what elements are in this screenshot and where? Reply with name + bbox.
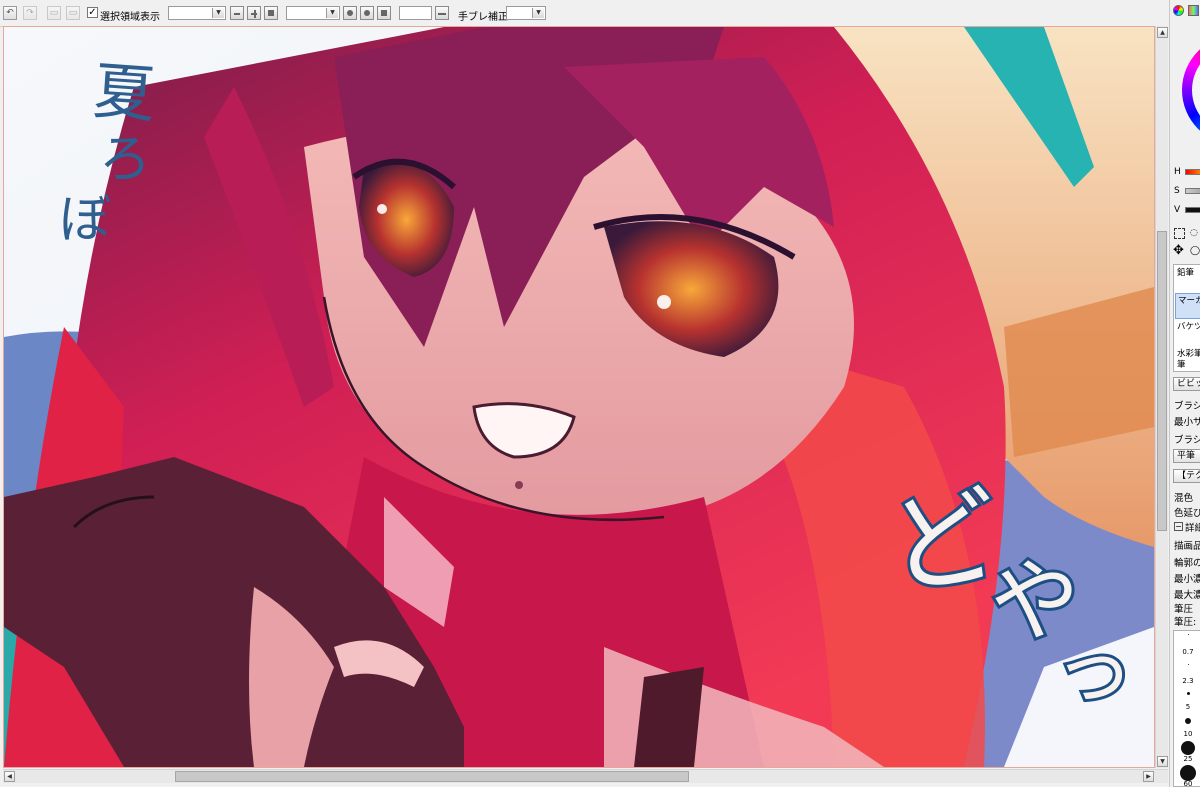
tool-marker[interactable]: マーカー [1175,293,1200,319]
top-toolbar: ↶ ↷ ▭ ▭ ✓ 選択領域表示 ▼ ▼ 手ブレ補正 ▼ [0,0,1168,27]
stabilizer-combo[interactable]: ▼ [506,6,546,20]
pen-pressure-extra-label: 筆圧: [1174,617,1197,628]
tool-pencil[interactable]: 鉛筆 [1175,266,1200,292]
saturation-label: S [1174,186,1180,196]
magnifier-icon[interactable]: ◯ [1190,246,1200,256]
quality-label: 描画品 [1174,541,1200,552]
show-selection-label: 選択領域表示 [100,12,160,23]
svg-text:ど: ど [880,471,1007,613]
rotate-left-button[interactable] [343,6,357,20]
svg-text:っ: っ [1054,623,1134,716]
horizontal-scrollbar[interactable]: ◀ ▶ [3,769,1168,783]
max-density-label: 最大濃 [1174,590,1200,601]
size-option[interactable]: 25 [1174,755,1200,763]
tool-bucket[interactable]: バケツ [1175,320,1200,346]
zoom-reset-button[interactable] [264,6,278,20]
size-dot[interactable] [1174,664,1200,665]
preset-button[interactable]: ビビッド [1173,377,1200,391]
handwritten-left-char-2: ろ [99,130,151,190]
show-selection-checkbox[interactable]: ✓ [87,7,98,18]
value-slider[interactable] [1185,207,1200,213]
flip-horizontal-button[interactable] [435,6,449,20]
horizontal-scroll-thumb[interactable] [175,771,689,782]
tool-panel: H S V ◌ ✥ ◯ 鉛筆 マーカー バケツ 水彩筆 筆 ビビッド ブラシサ … [1169,0,1200,787]
size-dot[interactable] [1174,765,1200,781]
brush-density-label: ブラシ濃 [1174,435,1200,446]
brush-size-label: ブラシサ [1174,401,1200,412]
size-dot[interactable] [1174,634,1200,635]
redo-icon[interactable]: ↷ [23,6,37,20]
saturation-slider[interactable] [1185,188,1200,194]
color-slider-tab-icon[interactable] [1188,5,1199,16]
deselect-icon[interactable]: ▭ [47,6,61,20]
size-option[interactable]: 60 [1174,780,1200,787]
size-dot[interactable] [1174,718,1200,724]
scroll-right-icon[interactable]: ▶ [1143,771,1154,782]
size-dot[interactable] [1174,741,1200,755]
chevron-down-icon: ▼ [212,8,224,18]
size-option[interactable]: 0.7 [1174,648,1200,656]
collapse-icon[interactable]: − [1174,522,1183,531]
lasso-icon[interactable]: ◌ [1190,228,1198,238]
rect-select-icon[interactable] [1174,228,1185,239]
scroll-up-icon[interactable]: ▲ [1157,27,1168,38]
size-option[interactable]: 2.3 [1174,677,1200,685]
value-label: V [1174,205,1181,215]
scroll-left-icon[interactable]: ◀ [4,771,15,782]
rotate-combo[interactable]: ▼ [286,6,340,20]
zoom-in-button[interactable] [247,6,261,20]
texture-button[interactable]: 【テクス [1173,469,1200,483]
color-wheel[interactable] [1182,35,1200,145]
size-dot[interactable] [1174,692,1200,695]
flip-field[interactable] [399,6,432,20]
chevron-down-icon: ▼ [326,8,338,18]
hue-slider[interactable] [1185,169,1200,175]
scroll-down-icon[interactable]: ▼ [1157,756,1168,767]
artwork-illustration: 夏 ろ ぼ ど や っ [4,27,1154,767]
brush-shape-button[interactable]: 平筆 [1173,449,1200,463]
drawing-canvas[interactable]: 夏 ろ ぼ ど や っ [3,26,1155,768]
color-stretch-label: 色延び [1174,508,1200,519]
rotate-right-button[interactable] [360,6,374,20]
move-icon[interactable]: ✥ [1173,244,1184,257]
stabilizer-label: 手ブレ補正 [458,12,508,23]
handwritten-left-char-1: 夏 [91,54,158,131]
edge-hardness-label: 輪郭の [1174,558,1200,569]
detail-toggle-label[interactable]: 詳細 [1185,520,1200,534]
invert-selection-icon[interactable]: ▭ [66,6,80,20]
brush-tool-list: 鉛筆 マーカー バケツ 水彩筆 筆 [1173,264,1200,372]
size-option[interactable]: 10 [1174,730,1200,738]
zoom-combo[interactable]: ▼ [168,6,226,20]
vertical-scrollbar[interactable]: ▲ ▼ [1155,26,1168,768]
min-density-label: 最小濃 [1174,574,1200,585]
zoom-out-button[interactable] [230,6,244,20]
hue-label: H [1174,167,1181,177]
rotate-reset-button[interactable] [377,6,391,20]
size-option[interactable]: 5 [1174,703,1200,711]
chevron-down-icon: ▼ [532,8,544,18]
min-size-label: 最小サ [1174,417,1200,428]
pen-pressure-label: 筆圧 [1174,604,1194,615]
blend-label: 混色 [1174,493,1194,504]
undo-icon[interactable]: ↶ [3,6,17,20]
handwritten-left-char-3: ぼ [59,190,111,250]
tool-brush[interactable]: 筆 [1175,358,1200,371]
vertical-scroll-thumb[interactable] [1157,231,1167,531]
brush-size-list: 0.7 2.3 5 10 25 60 [1173,630,1200,787]
color-wheel-tab-icon[interactable] [1173,5,1184,16]
